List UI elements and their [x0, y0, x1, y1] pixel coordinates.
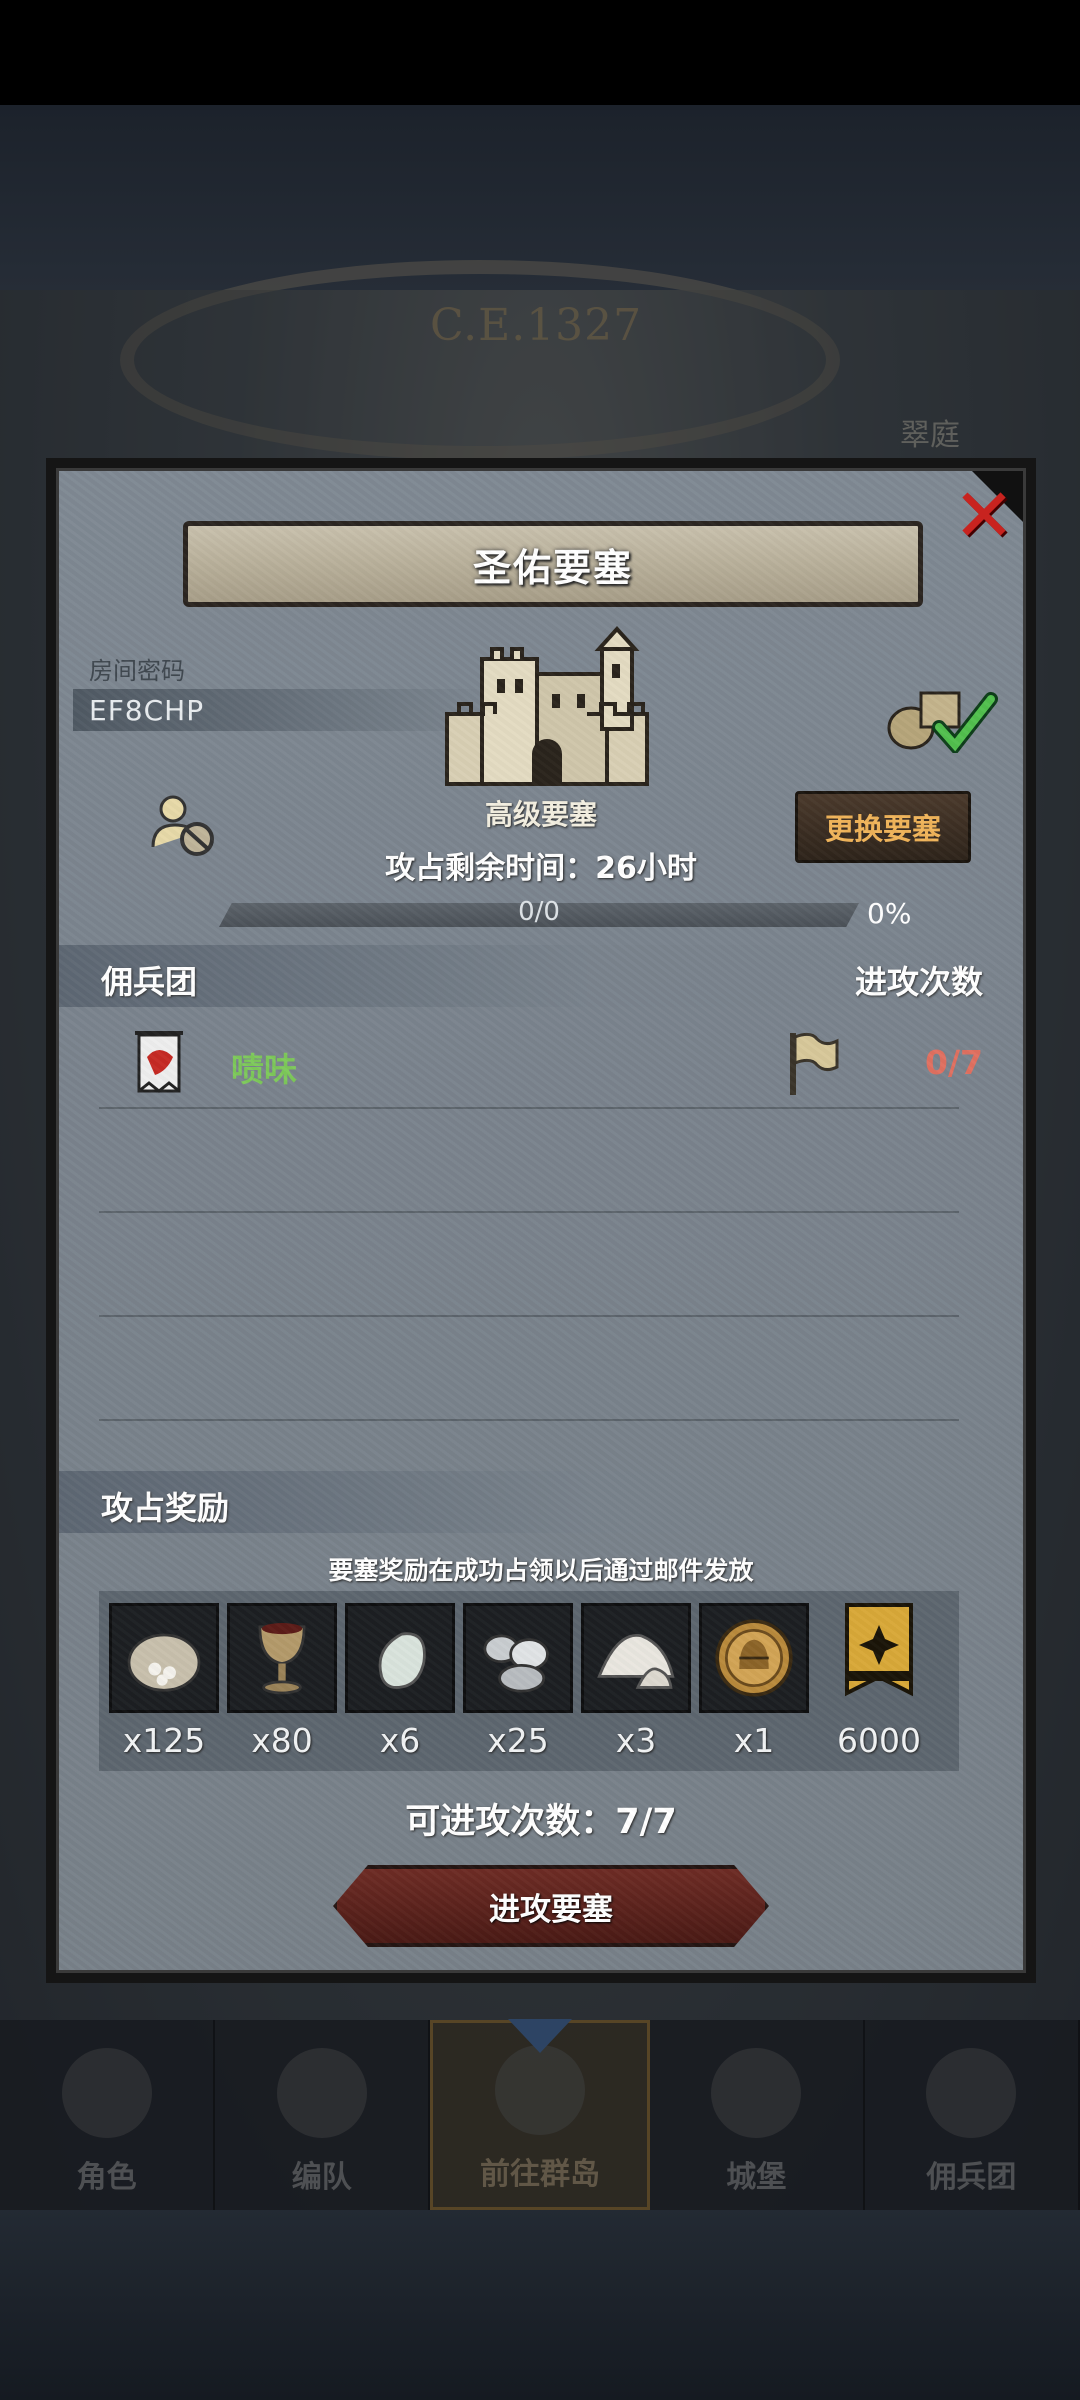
- reward-quantity: x3: [615, 1721, 657, 1760]
- capture-progress-text: 0/0: [518, 897, 560, 927]
- attack-fortress-label: 进攻要塞: [489, 1891, 613, 1928]
- reward-note: 要塞奖励在成功占领以后通过邮件发放: [328, 1556, 754, 1585]
- fortress-castle-icon: [445, 626, 649, 786]
- wine-goblet-icon: [258, 1623, 306, 1695]
- row-divider: [99, 1107, 959, 1109]
- reward-quantity: x1: [733, 1721, 775, 1760]
- dialog-title: 圣佑要塞: [472, 545, 633, 590]
- close-icon[interactable]: ✕: [953, 473, 1015, 559]
- rewards-section-header: 攻占奖励: [59, 1471, 1023, 1533]
- guild-emblem-icon[interactable]: [843, 1601, 915, 1705]
- mercenary-section-title: 佣兵团: [101, 963, 198, 1001]
- attempts-remaining: 可进攻次数：7/7: [405, 1802, 677, 1842]
- room-code-label: 房间密码: [89, 657, 185, 685]
- mercenary-row[interactable]: 啧味 0/7: [59, 1019, 1023, 1107]
- rewards-section-title: 攻占奖励: [101, 1489, 230, 1527]
- fortress-dialog: 圣佑要塞 房间密码 EF8CHP 高级要塞 攻占剩余时间：26小时 更换要塞 0…: [46, 458, 1036, 1983]
- reward-quantity: x6: [379, 1721, 421, 1760]
- reward-slot[interactable]: [581, 1603, 691, 1713]
- capture-progress-percent: 0%: [867, 897, 912, 930]
- dialog-panel: 圣佑要塞 房间密码 EF8CHP 高级要塞 攻占剩余时间：26小时 更换要塞 0…: [56, 468, 1026, 1973]
- flour-sack-icon: [127, 1633, 201, 1692]
- gold-helmet-coin-icon: [715, 1619, 793, 1697]
- reward-quantity: x80: [251, 1721, 313, 1760]
- attack-count-header: 进攻次数: [854, 963, 983, 1001]
- supplies-ready-icon[interactable]: [881, 673, 1001, 753]
- row-divider: [99, 1419, 959, 1421]
- row-divider: [99, 1211, 959, 1213]
- change-fortress-label: 更换要塞: [824, 812, 941, 846]
- reward-slot[interactable]: [109, 1603, 219, 1713]
- attack-fortress-button[interactable]: 进攻要塞: [333, 1865, 769, 1947]
- title-plaque: 圣佑要塞: [183, 521, 923, 607]
- red-wolf-banner-icon: [135, 1031, 183, 1093]
- reward-quantity: x125: [122, 1721, 206, 1760]
- room-code-value: EF8CHP: [89, 693, 205, 727]
- salt-pile-icon: [597, 1633, 675, 1689]
- moonstone-icon: [378, 1632, 426, 1689]
- reward-slot[interactable]: [699, 1603, 809, 1713]
- reward-list: x125 x80 x6 x25 x3 x1 6000: [99, 1591, 959, 1771]
- bottom-letterbox: [0, 2210, 1080, 2400]
- row-divider: [99, 1315, 959, 1317]
- mercenary-attack-count: 0/7: [925, 1043, 983, 1082]
- flag-icon: [790, 1032, 839, 1095]
- change-fortress-button[interactable]: 更换要塞: [795, 791, 971, 863]
- mercenary-name: 啧味: [231, 1050, 297, 1089]
- reward-slot[interactable]: [463, 1603, 573, 1713]
- reward-slot[interactable]: [227, 1603, 337, 1713]
- user-blocked-icon[interactable]: [149, 793, 219, 859]
- mercenary-section-header: 佣兵团 进攻次数: [59, 945, 1023, 1007]
- reward-quantity: x25: [487, 1721, 549, 1760]
- reward-slot[interactable]: [345, 1603, 455, 1713]
- silver-ore-icon: [483, 1634, 549, 1693]
- reward-quantity: 6000: [837, 1721, 921, 1760]
- status-bar: [0, 0, 1080, 105]
